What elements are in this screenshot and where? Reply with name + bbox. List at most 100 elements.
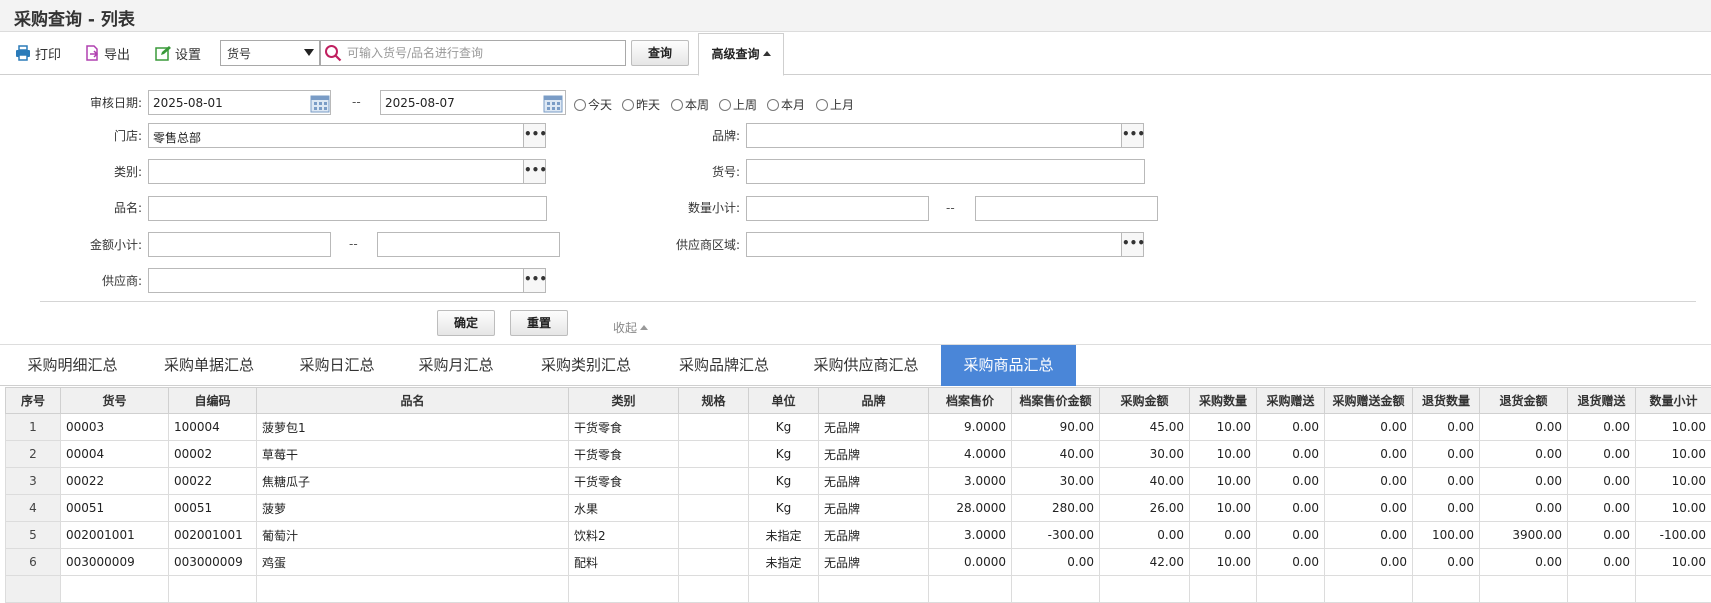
qty-min-input[interactable] [746,196,929,221]
amount-subtotal-label: 金额小计: [60,236,142,253]
column-header[interactable]: 规格 [679,388,749,414]
table-row[interactable]: 20000400002草莓干干货零食Kg无品牌4.000040.0030.001… [6,441,1711,468]
table-cell: Kg [749,495,819,522]
column-header[interactable]: 采购赠送 [1257,388,1325,414]
table-cell: 0.00 [1568,549,1636,576]
advanced-query-tab[interactable]: 高级查询 [698,33,784,76]
column-header[interactable]: 退货金额 [1480,388,1568,414]
column-header[interactable]: 退货赠送 [1568,388,1636,414]
radio-this-month[interactable]: 本月 [767,96,805,113]
table-cell: 00022 [169,468,257,495]
column-header[interactable]: 自编码 [169,388,257,414]
amount-min-input[interactable] [148,232,331,257]
query-button[interactable]: 查询 [631,40,689,66]
column-header[interactable]: 采购赠送金额 [1325,388,1413,414]
search-field-select[interactable]: 货号 [220,40,320,66]
column-header[interactable]: 单位 [749,388,819,414]
table-row[interactable]: 100003100004菠萝包1干货零食Kg无品牌9.000090.0045.0… [6,414,1711,441]
column-header[interactable]: 采购数量 [1190,388,1257,414]
table-cell: 0.00 [1480,549,1568,576]
tab-purchase-supplier[interactable]: 采购供应商汇总 [792,345,940,386]
column-header[interactable]: 退货数量 [1413,388,1480,414]
table-cell: 草莓干 [257,441,569,468]
table-cell: 焦糖瓜子 [257,468,569,495]
category-picker-button[interactable]: ••• [523,159,546,184]
date-range-separator: -- [352,95,361,109]
amount-max-input[interactable] [377,232,560,257]
column-header[interactable]: 档案售价 [929,388,1012,414]
calendar-icon[interactable] [309,92,331,114]
column-header[interactable]: 品名 [257,388,569,414]
category-input[interactable] [148,159,524,184]
supplier-region-input[interactable] [746,232,1122,257]
column-header[interactable]: 品牌 [819,388,929,414]
tab-purchase-monthly[interactable]: 采购月汇总 [396,345,516,386]
calendar-icon[interactable] [542,92,564,114]
table-cell: 4.0000 [929,441,1012,468]
brand-picker-button[interactable]: ••• [1121,123,1144,148]
item-no-input[interactable] [746,159,1145,184]
table-cell [679,414,749,441]
radio-yesterday[interactable]: 昨天 [622,96,660,113]
supplier-picker-button[interactable]: ••• [523,268,546,293]
radio-label: 上月 [830,96,854,113]
qty-max-input[interactable] [975,196,1158,221]
brand-input[interactable] [746,123,1122,148]
store-picker-button[interactable]: ••• [523,123,546,148]
date-from-input[interactable]: 2025-08-01 [148,90,331,115]
table-cell: 28.0000 [929,495,1012,522]
table-cell: 10.00 [1190,495,1257,522]
column-header[interactable]: 序号 [6,388,61,414]
table-cell: 干货零食 [569,441,679,468]
date-to-input[interactable]: 2025-08-07 [380,90,566,115]
tab-purchase-daily[interactable]: 采购日汇总 [278,345,396,386]
chevron-down-icon [304,49,314,56]
page-title: 采购查询 - 列表 [14,5,135,30]
table-row[interactable]: 40005100051菠萝水果Kg无品牌28.0000280.0026.0010… [6,495,1711,522]
table-row[interactable]: 5002001001002001001葡萄汁饮料2未指定无品牌3.0000-30… [6,522,1711,549]
table-cell: Kg [749,468,819,495]
column-header[interactable]: 采购金额 [1100,388,1190,414]
tab-purchase-product[interactable]: 采购商品汇总 [941,345,1076,386]
table-cell: 0.00 [1325,414,1413,441]
table-row[interactable]: 30002200022焦糖瓜子干货零食Kg无品牌3.000030.0040.00… [6,468,1711,495]
confirm-button[interactable]: 确定 [437,310,495,336]
table-cell: 10.00 [1190,468,1257,495]
table-cell: 40.00 [1012,441,1100,468]
radio-today[interactable]: 今天 [574,96,612,113]
column-header[interactable]: 档案售价金额 [1012,388,1100,414]
table-cell: 饮料2 [569,522,679,549]
column-header[interactable]: 货号 [61,388,169,414]
store-input[interactable]: 零售总部 [148,123,524,148]
search-input[interactable] [345,44,621,62]
table-cell: 无品牌 [819,522,929,549]
supplier-input[interactable] [148,268,524,293]
radio-this-week[interactable]: 本周 [671,96,709,113]
table-cell: 水果 [569,495,679,522]
table-cell [679,468,749,495]
tab-purchase-brand[interactable]: 采购品牌汇总 [656,345,792,386]
settings-button[interactable]: 设置 [155,43,201,63]
table-cell: 0.00 [1413,414,1480,441]
table-cell: 10.00 [1190,414,1257,441]
name-input[interactable] [148,196,547,221]
column-header[interactable]: 数量小计 [1636,388,1711,414]
title-bar: 采购查询 - 列表 [0,0,1711,32]
tab-purchase-category[interactable]: 采购类别汇总 [516,345,656,386]
column-header[interactable]: 类别 [569,388,679,414]
table-cell: 0.00 [1257,495,1325,522]
collapse-button[interactable]: 收起 [613,319,648,336]
supplier-region-picker-button[interactable]: ••• [1121,232,1144,257]
reset-button[interactable]: 重置 [510,310,568,336]
tab-purchase-detail[interactable]: 采购明细汇总 [5,345,140,386]
print-button[interactable]: 打印 [15,43,61,63]
toolbar: 打印 导出 设置 货号 查询 高级查询 [0,33,1711,75]
table-cell [1190,576,1257,603]
radio-last-week[interactable]: 上周 [719,96,757,113]
radio-last-month[interactable]: 上月 [816,96,854,113]
tab-purchase-order[interactable]: 采购单据汇总 [140,345,278,386]
export-button[interactable]: 导出 [84,43,130,63]
table-cell [1100,576,1190,603]
table-row[interactable]: 6003000009003000009鸡蛋配料未指定无品牌0.00000.004… [6,549,1711,576]
collapse-label: 收起 [613,321,637,335]
